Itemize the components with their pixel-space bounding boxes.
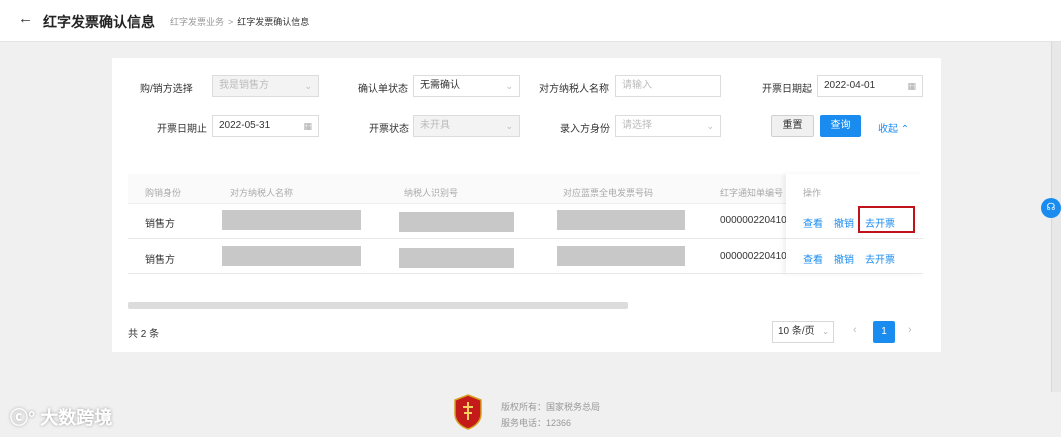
col-header-counterparty: 对方纳税人名称 — [230, 188, 294, 198]
prev-page-button[interactable]: ‹ — [853, 324, 857, 336]
chevron-down-icon: ⌄ — [304, 81, 312, 91]
reset-button[interactable]: 重置 — [771, 115, 814, 137]
chevron-down-icon: ⌄ — [822, 327, 829, 336]
collapse-link[interactable]: 收起 ⌃ — [878, 120, 909, 135]
page-header: ← 红字发票确认信息 红字发票业务 > 红字发票确认信息 — [0, 0, 1061, 42]
chevron-down-icon: ⌄ — [706, 121, 714, 131]
date-from-picker[interactable]: 2022-04-01 ▦ — [817, 75, 923, 97]
entry-identity-select[interactable]: 请选择 ⌄ — [615, 115, 721, 137]
watermark: ⓒ° 大数跨境 — [10, 408, 113, 428]
col-header-taxpayer-id: 纳税人识别号 — [404, 188, 459, 198]
row1-notice-no: 000000220410 — [720, 215, 786, 226]
confirm-status-label: 确认单状态 — [358, 84, 408, 95]
counterparty-name-input[interactable]: 请输入 — [615, 75, 721, 97]
redacted-counterparty — [222, 210, 361, 230]
date-from-label: 开票日期起 — [762, 84, 812, 95]
next-page-button[interactable]: › — [908, 324, 912, 336]
chat-bubble-icon: ⓒ° — [10, 408, 36, 428]
chevron-down-icon: ⌄ — [505, 121, 513, 131]
breadcrumb: 红字发票业务 > 红字发票确认信息 — [170, 15, 309, 28]
highlight-box — [858, 206, 915, 233]
breadcrumb-item-current: 红字发票确认信息 — [237, 17, 310, 27]
confirm-status-select[interactable]: 无需确认 ⌄ — [413, 75, 520, 97]
row1-view-link[interactable]: 查看 — [803, 215, 823, 230]
footer-hotline: 服务电话：12366 — [501, 418, 572, 428]
row-divider — [786, 238, 923, 239]
breadcrumb-item-business[interactable]: 红字发票业务 — [170, 17, 224, 27]
col-header-notice-no: 红字通知单编号 — [720, 188, 784, 198]
page-1-button[interactable]: 1 — [873, 321, 895, 343]
calendar-icon: ▦ — [303, 121, 312, 131]
redacted-invoice-no — [557, 210, 685, 230]
redacted-counterparty — [222, 246, 361, 266]
tax-bureau-emblem-icon — [454, 394, 482, 430]
headset-support-icon[interactable]: ☊ — [1041, 198, 1061, 218]
total-count: 共 2 条 — [128, 329, 160, 340]
col-header-role: 购销身份 — [145, 188, 182, 198]
back-arrow-icon[interactable]: ← — [18, 10, 33, 27]
date-to-picker[interactable]: 2022-05-31 ▦ — [212, 115, 319, 137]
redacted-taxpayer-id — [399, 212, 514, 232]
redacted-taxpayer-id — [399, 248, 514, 268]
col-header-actions: 操作 — [803, 188, 822, 198]
date-to-label: 开票日期止 — [157, 124, 207, 135]
invoice-status-select: 未开具 ⌄ — [413, 115, 520, 137]
buyer-seller-label: 购/销方选择 — [140, 84, 193, 95]
row-divider — [786, 273, 923, 274]
row2-revoke-link[interactable]: 撤销 — [834, 251, 854, 266]
footer-copyright: 版权所有：国家税务总局 — [501, 402, 601, 412]
row2-view-link[interactable]: 查看 — [803, 251, 823, 266]
row2-issue-invoice-link[interactable]: 去开票 — [865, 251, 895, 266]
row1-revoke-link[interactable]: 撤销 — [834, 215, 854, 230]
buyer-seller-select: 我是销售方 ⌄ — [212, 75, 319, 97]
redacted-invoice-no — [557, 246, 685, 266]
entry-identity-label: 录入方身份 — [560, 124, 610, 135]
row1-role: 销售方 — [145, 219, 175, 230]
calendar-icon: ▦ — [907, 81, 916, 91]
table-horizontal-scrollbar[interactable] — [128, 302, 628, 309]
chevron-down-icon: ⌄ — [505, 81, 513, 91]
page-size-select[interactable]: 10 条/页 ⌄ — [772, 321, 834, 343]
col-header-blue-invoice-no: 对应蓝票全电发票号码 — [563, 188, 654, 198]
query-button[interactable]: 查询 — [820, 115, 861, 137]
row2-notice-no: 000000220410 — [720, 251, 786, 262]
row2-role: 销售方 — [145, 255, 175, 266]
page-title: 红字发票确认信息 — [43, 14, 155, 30]
breadcrumb-separator: > — [228, 17, 234, 27]
invoice-status-label: 开票状态 — [369, 124, 409, 135]
counterparty-name-label: 对方纳税人名称 — [539, 84, 609, 95]
